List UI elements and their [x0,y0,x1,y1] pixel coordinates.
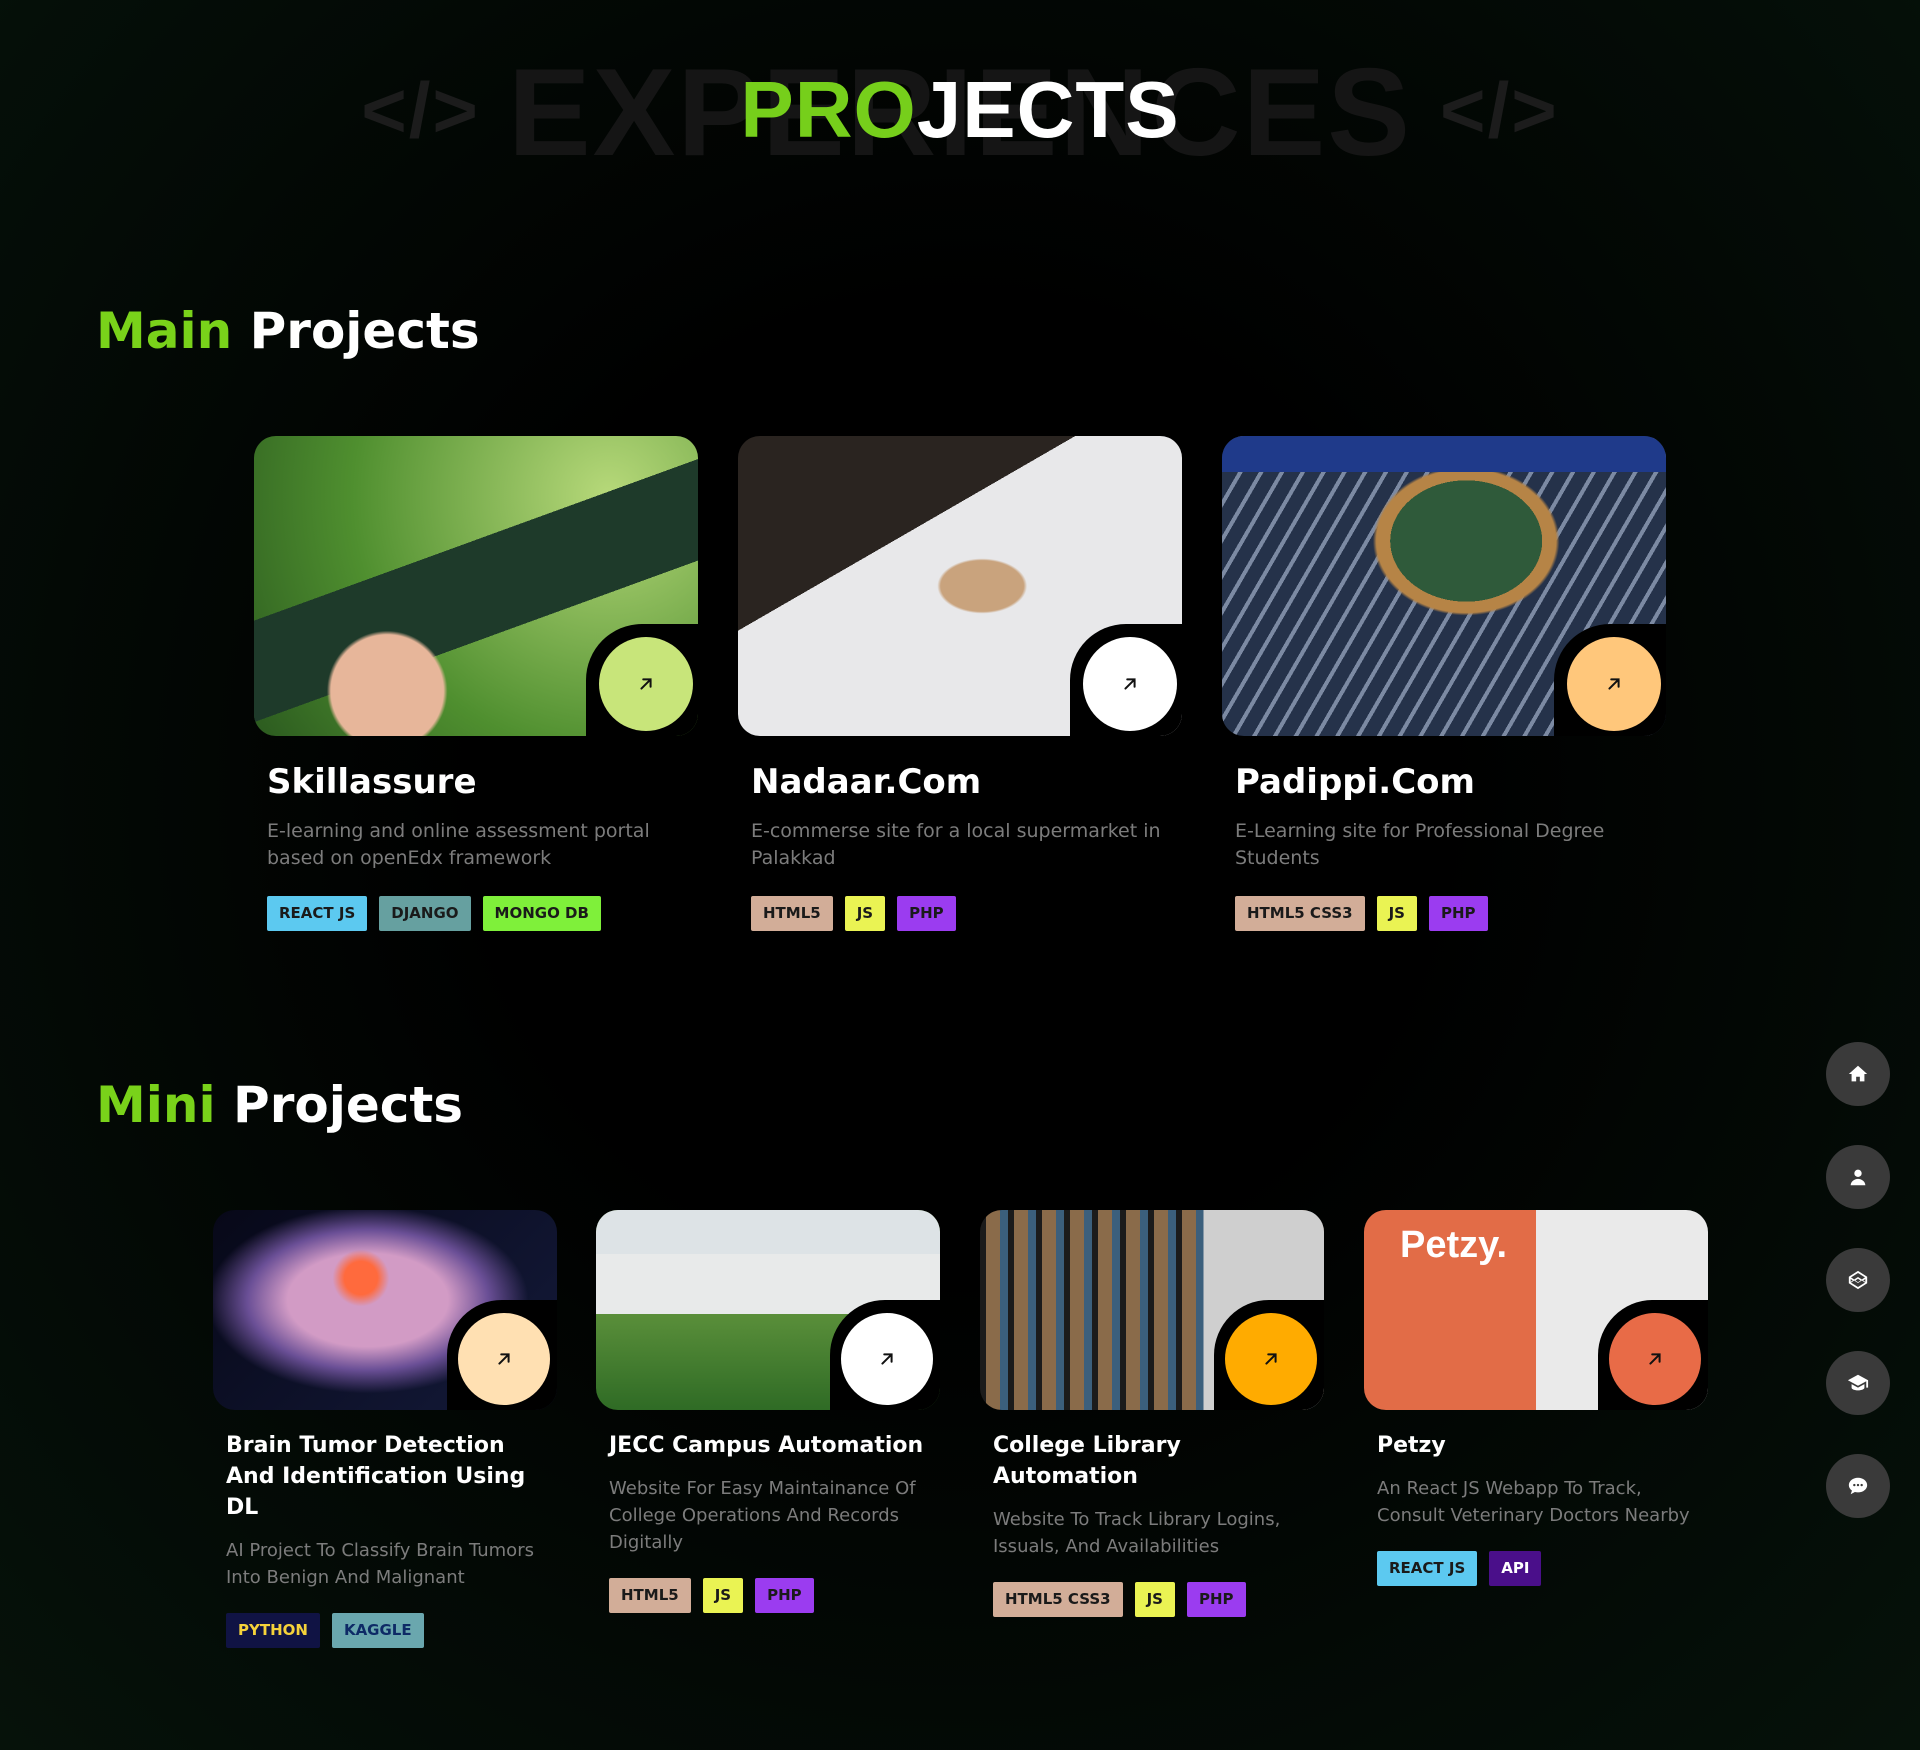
main-projects-heading-accent: Main [96,302,233,360]
main-project-card: Padippi.Com E-Learning site for Professio… [1222,436,1666,931]
tech-tags: PYTHON KAGGLE [226,1613,557,1648]
main-project-card: Nadaar.Com E-commerse site for a local su… [738,436,1182,931]
codepen-icon [1848,1270,1868,1290]
mini-project-card: College Library Automation Website To Tra… [980,1210,1324,1617]
arrow-up-right-icon [1124,678,1136,690]
mini-projects-heading-rest: Projects [215,1076,464,1134]
tech-tags: HTML5 JS PHP [609,1578,940,1613]
tech-tag: KAGGLE [331,1613,424,1648]
page-title-accent: PRO [740,65,917,154]
tech-tag: JS [1134,1582,1175,1617]
tech-tag: DJANGO [379,896,471,931]
mini-project-card: JECC Campus Automation Website For Easy M… [596,1210,940,1613]
nav-about-button[interactable] [1826,1145,1890,1209]
arrow-up-right-icon [1608,678,1620,690]
tech-tag: JS [702,1578,744,1613]
tech-tags: HTML5 CSS3 JS PHP [1235,896,1666,931]
open-project-button[interactable] [1567,637,1661,731]
nav-projects-button[interactable] [1826,1248,1890,1312]
tech-tag: PHP [1428,896,1488,931]
project-description: Website To Track Library Logins, Issuals… [993,1509,1281,1557]
arrow-up-right-icon [1265,1353,1277,1365]
brand-logo-text: Petzy. [1400,1224,1508,1266]
tech-tag: JS [844,896,886,931]
project-description: E-learning and online assessment portal … [267,820,650,869]
arrow-up-right-icon [1649,1353,1661,1365]
home-icon [1848,1065,1868,1082]
project-title: JECC Campus Automation [609,1433,924,1458]
nav-education-button[interactable] [1826,1351,1890,1415]
mini-projects-heading-accent: Mini [96,1076,216,1134]
arrow-up-right-icon [640,678,652,690]
tech-tag: HTML5 CSS3 [1235,896,1365,931]
project-title: Brain Tumor Detection And Identification… [226,1433,526,1520]
project-description: E-Learning site for Professional Degree … [1235,820,1605,869]
project-description: Website For Easy Maintainance Of College… [609,1478,916,1553]
page-title-rest: JECTS [916,65,1180,154]
project-thumbnail[interactable] [980,1210,1324,1410]
project-thumbnail[interactable] [1222,436,1666,736]
user-icon [1850,1169,1866,1186]
project-thumbnail[interactable] [738,436,1182,736]
project-title: Petzy [1377,1433,1446,1458]
main-projects-heading-rest: Projects [232,302,480,360]
project-description: An React JS Webapp To Track, Consult Vet… [1377,1478,1690,1526]
tech-tag: PHP [897,896,956,931]
mini-project-card: Petzy. Petzy An React JS Webapp To Track, … [1364,1210,1708,1586]
mini-project-card: Brain Tumor Detection And Identification… [213,1210,557,1648]
open-project-button[interactable] [841,1313,933,1405]
open-project-button[interactable] [1225,1313,1317,1405]
open-project-button[interactable] [599,637,693,731]
project-title: College Library Automation [993,1433,1181,1489]
tech-tag: API [1489,1551,1542,1586]
chat-icon [1848,1477,1868,1495]
open-project-button[interactable] [458,1313,550,1405]
project-title: Padippi.Com [1235,762,1475,802]
tech-tag: PYTHON [226,1613,320,1648]
project-description: E-commerse site for a local supermarket … [751,820,1161,869]
page-title: PROJECTS [0,60,1920,160]
main-projects-heading: Main Projects [96,302,480,360]
hero-heading: </> EXPERIENCES </> PROJECTS [0,40,1920,182]
tech-tag: HTML5 CSS3 [993,1582,1123,1617]
tech-tags: HTML5 JS PHP [751,896,1182,931]
mini-projects-heading: Mini Projects [96,1076,463,1134]
floating-side-nav [1826,1042,1890,1518]
main-project-card: Skillassure E-learning and online assessm… [254,436,698,931]
project-description: AI Project To Classify Brain Tumors Into… [226,1540,534,1588]
nav-contact-button[interactable] [1826,1454,1890,1518]
nav-home-button[interactable] [1826,1042,1890,1106]
tech-tags: HTML5 CSS3 JS PHP [993,1582,1324,1617]
tech-tag: JS [1376,896,1417,931]
project-thumbnail[interactable]: Petzy. [1364,1210,1708,1410]
arrow-up-right-icon [498,1353,510,1365]
tech-tags: REACT JS API [1377,1551,1708,1586]
tech-tag: PHP [755,1578,814,1613]
tech-tag: MONGO DB [482,896,601,931]
arrow-up-right-icon [881,1353,893,1365]
open-project-button[interactable] [1083,637,1177,731]
tech-tag: HTML5 [751,896,833,931]
tech-tag: REACT JS [1377,1551,1478,1586]
project-title: Skillassure [267,762,477,802]
tech-tag: PHP [1186,1582,1246,1617]
tech-tag: HTML5 [609,1578,691,1613]
project-thumbnail[interactable] [254,436,698,736]
tech-tags: REACT JS DJANGO MONGO DB [267,896,698,931]
open-project-button[interactable] [1609,1313,1701,1405]
project-thumbnail[interactable] [596,1210,940,1410]
graduation-cap-icon [1847,1374,1869,1391]
project-thumbnail[interactable] [213,1210,557,1410]
tech-tag: REACT JS [267,896,368,931]
project-title: Nadaar.Com [751,762,982,802]
